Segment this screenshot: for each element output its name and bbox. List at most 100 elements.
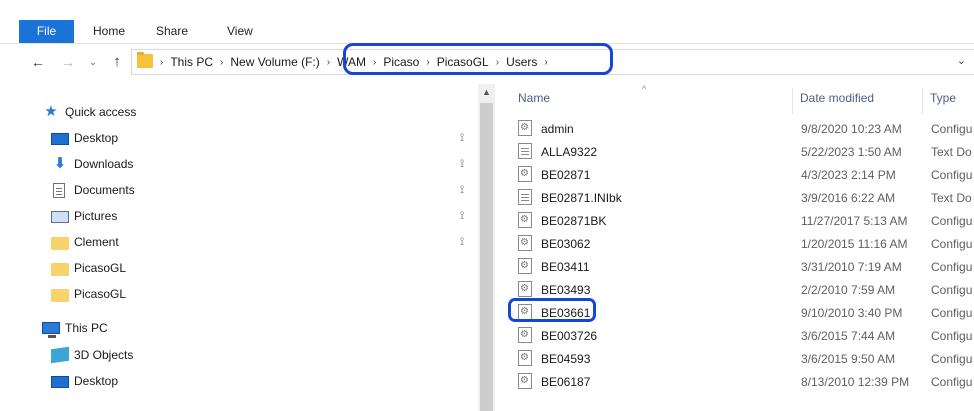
sidebar-item-label: Clement [74,235,119,249]
text-file-icon [518,189,532,205]
tab-view[interactable]: View [221,19,259,43]
config-file-icon [518,120,532,136]
pictures-icon [51,211,69,223]
file-date-modified: 2/2/2010 7:59 AM [801,283,896,297]
desktop-icon [51,376,69,388]
recent-locations-chevron-icon[interactable]: ⌄ [84,53,102,71]
breadcrumb-separator-icon[interactable]: › [492,57,503,68]
sidebar-item-picasogl-2[interactable]: PicasoGL [0,282,480,306]
table-row[interactable]: BE03062 1/20/2015 11:16 AM Configu [495,232,974,255]
tab-file[interactable]: File [19,20,74,43]
file-name: BE06187 [541,375,591,389]
file-name: BE03661 [541,306,591,320]
table-row[interactable]: BE003726 3/6/2015 7:44 AM Configu [495,324,974,347]
sidebar-item-label: 3D Objects [74,348,134,362]
breadcrumb-wam[interactable]: WAM [334,55,369,69]
file-name: BE02871.INIbk [541,191,622,205]
table-row[interactable]: BE03661 9/10/2010 3:40 PM Configu [495,301,974,324]
breadcrumb-users[interactable]: Users [503,55,540,69]
file-type: Configu [931,329,973,343]
address-bar[interactable]: › This PC › New Volume (F:) › WAM › Pica… [131,49,974,75]
config-file-icon [518,235,532,251]
file-name: admin [541,122,574,136]
sidebar-item-pictures[interactable]: Pictures ⟟ [0,204,480,228]
pin-icon[interactable]: ⟟ [460,210,464,223]
table-row[interactable]: ALLA9322 5/22/2023 1:50 AM Text Do [495,140,974,163]
config-file-icon [518,166,532,182]
breadcrumb-new-volume[interactable]: New Volume (F:) [227,55,322,69]
column-header-type[interactable]: Type [930,91,956,111]
navigation-pane-scrollbar[interactable]: ▲ [478,84,495,411]
file-name: BE02871 [541,168,591,182]
sidebar-item-documents[interactable]: Documents ⟟ [0,178,480,202]
file-type: Configu [931,168,973,182]
forward-arrow-icon[interactable]: → [59,53,77,71]
table-row[interactable]: BE04593 3/6/2015 9:50 AM Configu [495,347,974,370]
sidebar-item-quick-access[interactable]: ★ Quick access [0,100,480,124]
pin-icon[interactable]: ⟟ [460,132,464,145]
column-header-name[interactable]: Name [518,91,550,111]
column-divider[interactable] [792,88,793,114]
file-date-modified: 11/27/2017 5:13 AM [801,214,908,228]
table-row[interactable]: BE03411 3/31/2010 7:19 AM Configu [495,255,974,278]
breadcrumb-separator-icon[interactable]: › [216,57,227,68]
sidebar-item-this-pc[interactable]: This PC [0,316,480,340]
file-name: ALLA9322 [541,145,598,159]
table-row[interactable]: BE02871BK 11/27/2017 5:13 AM Configu [495,209,974,232]
scroll-up-arrow-icon[interactable]: ▲ [478,84,495,101]
file-type: Configu [931,214,973,228]
breadcrumb-picaso[interactable]: Picaso [380,55,422,69]
ribbon: File Home Share View [0,0,974,44]
sidebar-item-downloads[interactable]: ⬇ Downloads ⟟ [0,152,480,176]
column-header-date-modified[interactable]: Date modified [800,91,874,111]
pin-icon[interactable]: ⟟ [460,158,464,171]
file-name: BE03493 [541,283,591,297]
table-row[interactable]: BE03493 2/2/2010 7:59 AM Configu [495,278,974,301]
breadcrumb: › This PC › New Volume (F:) › WAM › Pica… [156,50,552,74]
sidebar-item-label: Quick access [65,105,137,119]
back-arrow-icon[interactable]: ← [29,53,47,71]
breadcrumb-separator-icon[interactable]: › [369,57,380,68]
sidebar-item-label: Desktop [74,374,119,388]
breadcrumb-separator-icon[interactable]: › [323,57,334,68]
sidebar-item-clement[interactable]: Clement ⟟ [0,230,480,254]
pin-icon[interactable]: ⟟ [460,184,464,197]
table-row[interactable]: BE06187 8/13/2010 12:39 PM Configu [495,370,974,393]
up-arrow-icon[interactable]: ↑ [108,53,126,71]
tab-home[interactable]: Home [87,19,131,43]
file-list: ^ Name Date modified Type admin 9/8/2020… [495,84,974,411]
file-type: Configu [931,375,973,389]
file-type: Configu [931,237,973,251]
ribbon-divider [0,43,974,44]
file-name: BE003726 [541,329,598,343]
sidebar-item-desktop[interactable]: Desktop ⟟ [0,126,480,150]
breadcrumb-separator-icon[interactable]: › [156,57,167,68]
breadcrumb-separator-icon[interactable]: › [422,57,433,68]
column-divider[interactable] [922,88,923,114]
sidebar-item-desktop-2[interactable]: Desktop [0,369,480,393]
breadcrumb-this-pc[interactable]: This PC [167,55,216,69]
download-icon: ⬇ [53,155,67,172]
tab-share[interactable]: Share [150,19,194,43]
sidebar-item-3d-objects[interactable]: 3D Objects [0,343,480,367]
desktop-icon [51,133,69,145]
table-row[interactable]: BE02871 4/3/2023 2:14 PM Configu [495,163,974,186]
file-name: BE03411 [541,260,590,274]
address-dropdown-chevron-icon[interactable]: ⌄ [957,54,966,67]
documents-icon [53,182,65,198]
sort-ascending-icon: ^ [642,84,647,94]
table-row[interactable]: admin 9/8/2020 10:23 AM Configu [495,117,974,140]
sidebar-item-picasogl[interactable]: PicasoGL [0,256,480,280]
table-row[interactable]: BE02871.INIbk 3/9/2016 6:22 AM Text Do [495,186,974,209]
file-type: Configu [931,260,973,274]
folder-icon [51,236,69,250]
breadcrumb-separator-icon[interactable]: › [540,57,551,68]
file-date-modified: 5/22/2023 1:50 AM [801,145,902,159]
folder-icon [51,262,69,276]
config-file-icon [518,327,532,343]
sidebar-item-label: PicasoGL [74,287,127,301]
pin-icon[interactable]: ⟟ [460,236,464,249]
breadcrumb-picasogl[interactable]: PicasoGL [434,55,492,69]
scrollbar-thumb[interactable] [480,103,493,411]
file-type: Configu [931,306,973,320]
